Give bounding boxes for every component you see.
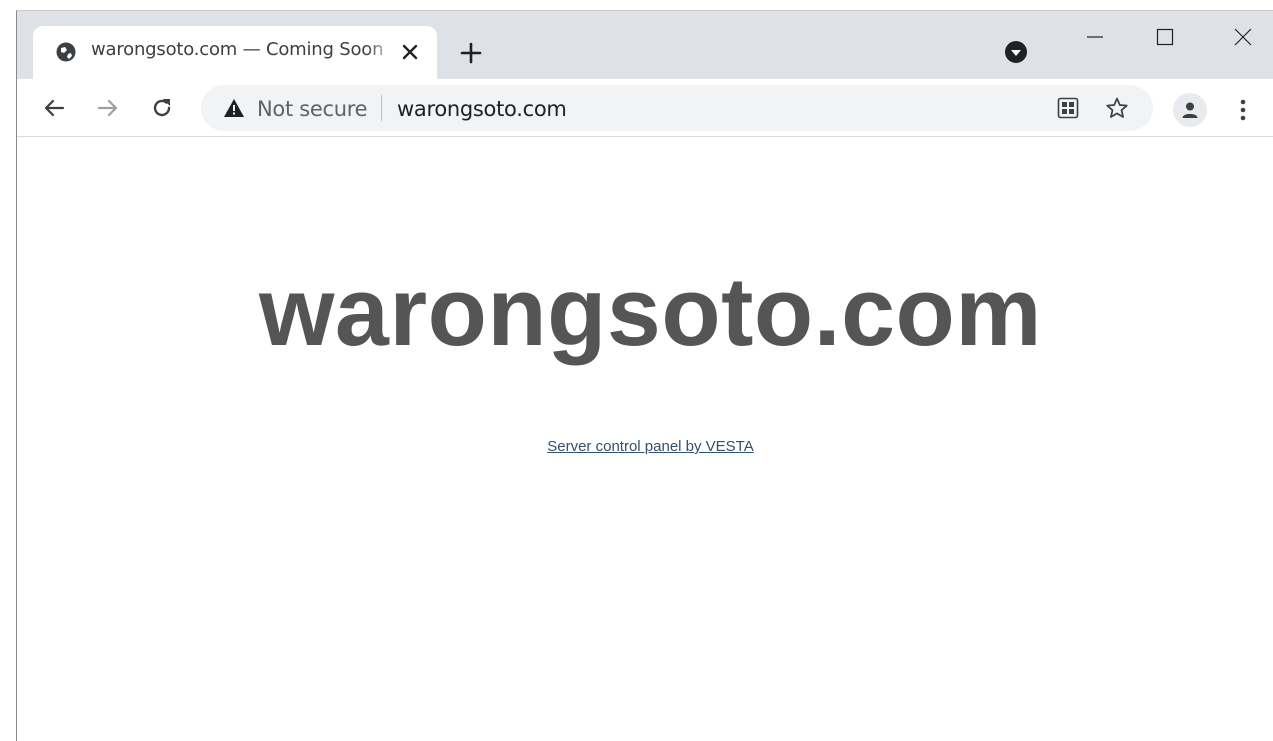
page-content: warongsoto.com Server control panel by V…	[17, 138, 1273, 741]
vesta-link[interactable]: Server control panel by VESTA	[17, 438, 1273, 455]
address-bar[interactable]: Not secure warongsoto.com	[201, 85, 1153, 131]
more-vert-icon[interactable]	[1231, 95, 1255, 125]
close-icon[interactable]	[397, 39, 423, 65]
browser-window: warongsoto.com — Coming Soon Not secure …	[16, 10, 1273, 741]
plus-icon[interactable]	[457, 39, 485, 67]
browser-toolbar: Not secure warongsoto.com	[17, 79, 1273, 137]
star-icon[interactable]	[1105, 96, 1129, 120]
globe-icon	[55, 41, 77, 63]
chevron-down-circle-icon[interactable]	[1003, 39, 1029, 65]
active-tab[interactable]: warongsoto.com — Coming Soon	[33, 26, 437, 80]
tab-strip: warongsoto.com — Coming Soon	[17, 11, 1273, 80]
warning-triangle-icon[interactable]	[223, 97, 245, 119]
reload-icon[interactable]	[147, 93, 177, 123]
minimize-icon[interactable]	[1075, 21, 1115, 53]
url-text[interactable]: warongsoto.com	[397, 97, 567, 121]
arrow-right-icon[interactable]	[93, 93, 123, 123]
close-icon[interactable]	[1223, 21, 1263, 53]
site-heading: warongsoto.com	[258, 257, 1043, 366]
qr-code-icon[interactable]	[1057, 97, 1079, 119]
security-label[interactable]: Not secure	[257, 97, 368, 121]
omnibox-divider	[381, 95, 382, 121]
tab-title: warongsoto.com — Coming Soon	[91, 39, 384, 60]
maximize-icon[interactable]	[1145, 21, 1185, 53]
arrow-left-icon[interactable]	[39, 93, 69, 123]
profile-icon[interactable]	[1173, 93, 1207, 127]
